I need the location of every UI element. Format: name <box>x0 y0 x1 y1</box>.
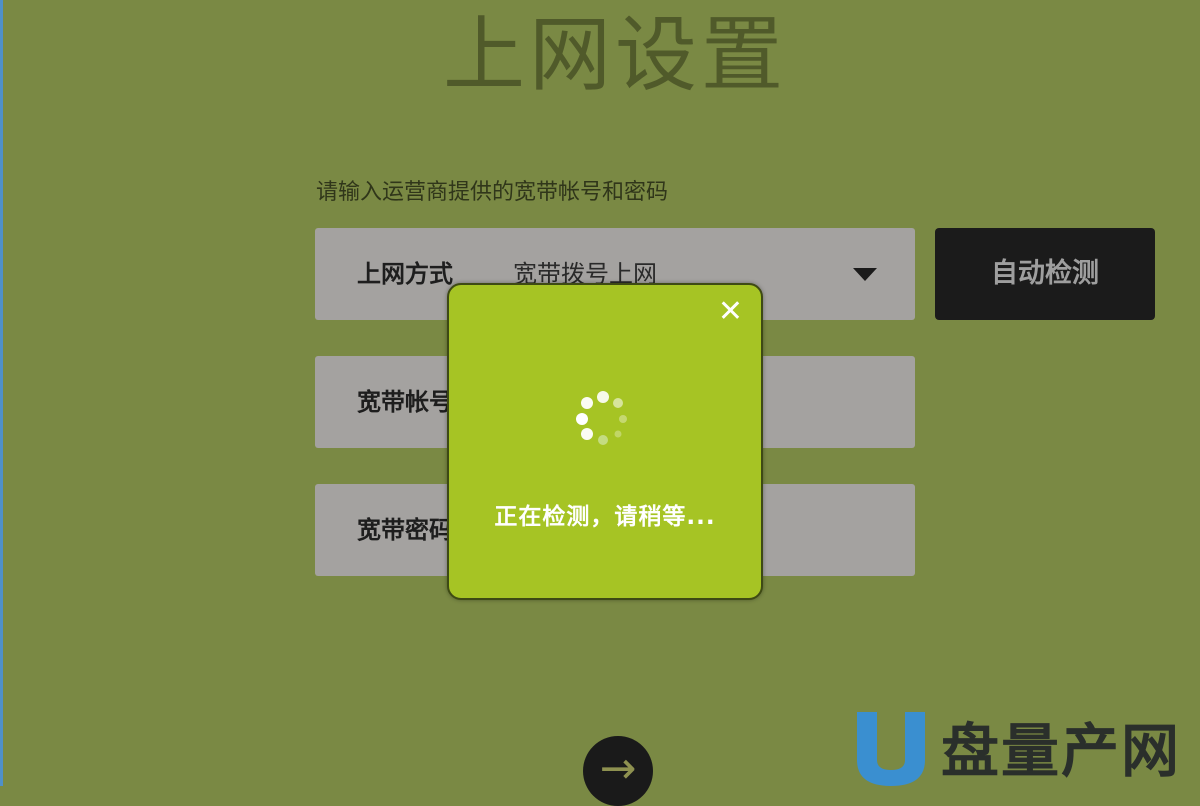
detecting-message: 正在检测，请稍等... <box>494 504 716 530</box>
page-title: 上网设置 <box>442 8 787 103</box>
close-icon[interactable]: ✕ <box>718 297 743 327</box>
next-button[interactable]: → <box>583 736 653 806</box>
account-label: 宽带帐号 <box>357 388 453 416</box>
auto-detect-button[interactable]: 自动检测 <box>935 228 1155 320</box>
watermark-logo: 盘量产网 <box>851 712 1191 786</box>
chevron-down-icon[interactable] <box>853 268 877 281</box>
u-logo-icon <box>857 712 925 786</box>
page-subtitle: 请输入运营商提供的宽带帐号和密码 <box>316 180 669 205</box>
arrow-right-icon: → <box>599 743 637 794</box>
detecting-dialog: ✕ 正在检测，请稍等... <box>447 283 763 600</box>
connection-type-label: 上网方式 <box>357 260 453 288</box>
watermark-text: 盘量产网 <box>941 717 1182 785</box>
loading-spinner-icon <box>576 391 627 445</box>
password-label: 宽带密码 <box>357 516 453 544</box>
